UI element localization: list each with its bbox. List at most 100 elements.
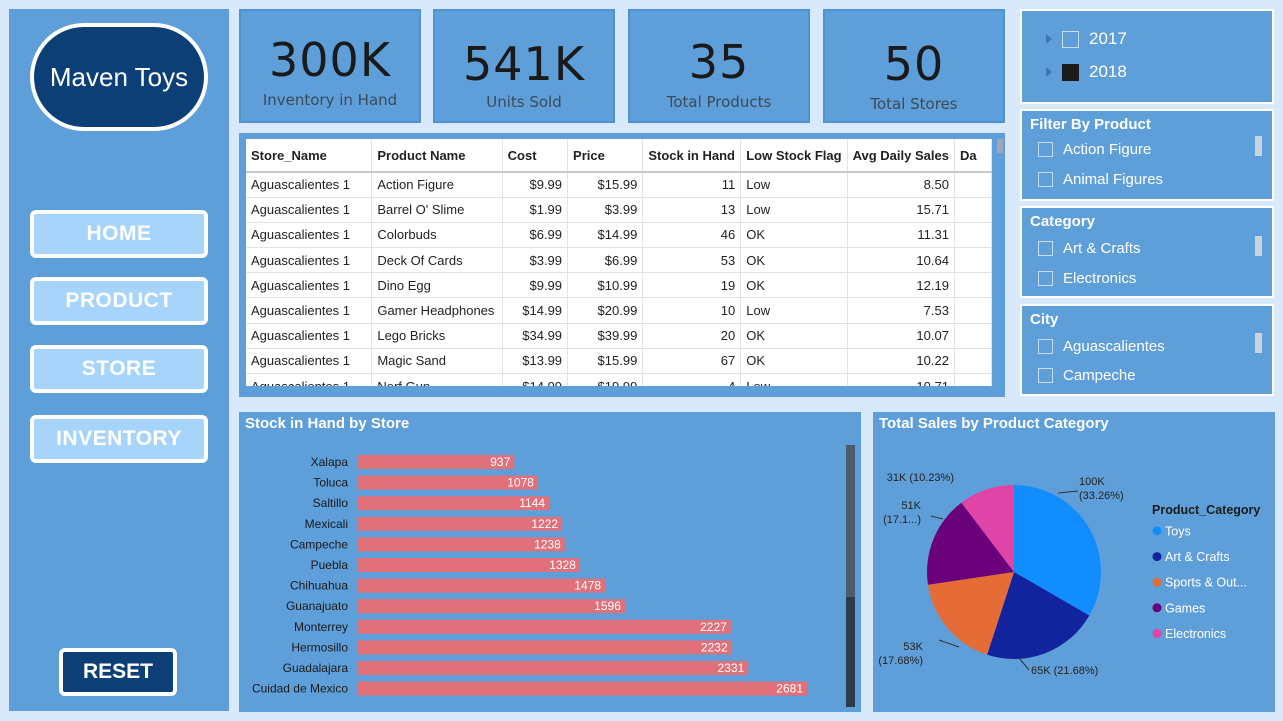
- bar[interactable]: [357, 640, 732, 655]
- bar[interactable]: [357, 619, 731, 634]
- bar-value-label: 1222: [531, 517, 558, 531]
- table-cell: Aguascalientes 1: [246, 323, 373, 349]
- bar-value-label: 1078: [507, 476, 534, 490]
- slicer-scrollbar[interactable]: [1255, 236, 1262, 256]
- kpi-units-sold: 541K Units Sold: [433, 9, 615, 123]
- table-cell: 11: [642, 172, 742, 198]
- slicer-option[interactable]: Animal Figures: [1038, 171, 1163, 188]
- pie-data-label-pct: (33.26%): [1079, 490, 1124, 502]
- table-row[interactable]: Aguascalientes 1 Action Figure $9.99 $15.99…: [246, 172, 992, 198]
- legend-item[interactable]: Sports & Out...: [1165, 576, 1247, 590]
- slicer-option[interactable]: Campeche: [1038, 367, 1136, 384]
- checkbox-checked[interactable]: [1062, 63, 1079, 81]
- column-header-low-stock-flag[interactable]: Low Stock Flag: [740, 139, 848, 173]
- table-cell: Aguascalientes 1: [246, 297, 373, 324]
- store-button[interactable]: STORE: [30, 345, 208, 393]
- pie-chart-svg: 100K (33.26%) 65K (21.68%) 53K (17.68%) 51K (1…: [878, 472, 1260, 677]
- inventory-button[interactable]: INVENTORY: [30, 415, 208, 463]
- legend-item[interactable]: Toys: [1165, 525, 1191, 539]
- table-row[interactable]: Aguascalientes 1 Deck Of Cards $3.99 $6.99 5…: [246, 247, 992, 274]
- table-cell: 19: [642, 272, 742, 299]
- bar-value-label: 2227: [700, 620, 727, 634]
- slicer-option[interactable]: Electronics: [1038, 270, 1136, 287]
- year-option-2018[interactable]: 2018: [1046, 62, 1127, 82]
- kpi-label: Total Stores: [870, 95, 958, 113]
- column-header-stock-in-hand[interactable]: Stock in Hand: [642, 139, 742, 173]
- table-cell: Aguascalientes 1: [246, 373, 373, 386]
- table-row[interactable]: Aguascalientes 1Nerf Gun$14.99$19.994Low…: [246, 373, 992, 386]
- column-header-da[interactable]: Da: [954, 139, 992, 173]
- table-row[interactable]: Aguascalientes 1 Dino Egg $9.99 $10.99 19 OK 1…: [246, 272, 992, 299]
- table-cell: OK: [740, 222, 848, 249]
- table-row[interactable]: Aguascalientes 1 Gamer Headphones $14.99 $2…: [246, 297, 992, 324]
- kpi-total-products: 35 Total Products: [628, 9, 810, 123]
- table-row[interactable]: Aguascalientes 1 Magic Sand $13.99 $15.99 67…: [246, 348, 992, 375]
- slicer-title: Category: [1030, 213, 1096, 230]
- checkbox[interactable]: [1062, 30, 1079, 48]
- table-cell: 13: [642, 197, 742, 223]
- slicer-title: Filter By Product: [1030, 116, 1151, 133]
- bar-value-label: 937: [490, 455, 510, 469]
- legend-marker: [1152, 603, 1162, 613]
- slicer-scrollbar[interactable]: [1255, 333, 1262, 353]
- slicer-option[interactable]: Action Figure: [1038, 141, 1151, 158]
- table-cell: Aguascalientes 1: [246, 348, 373, 375]
- year-option-2017[interactable]: 2017: [1046, 29, 1127, 49]
- table-cell: [954, 323, 992, 349]
- slicer-option[interactable]: Art & Crafts: [1038, 240, 1141, 257]
- table-cell: Aguascalientes 1: [246, 197, 373, 223]
- column-header-price[interactable]: Price: [567, 139, 644, 173]
- table-row[interactable]: Aguascalientes 1 Colorbuds $6.99 $14.99 46 OK…: [246, 222, 992, 249]
- table-cell: Barrel O' Slime: [371, 197, 503, 223]
- expand-chevron-icon[interactable]: [1046, 34, 1052, 44]
- year-label: 2017: [1089, 29, 1127, 48]
- product-button[interactable]: PRODUCT: [30, 277, 208, 325]
- product-slicer: Filter By Product Action Figure Animal F…: [1020, 109, 1274, 201]
- column-header-store-name[interactable]: Store_Name: [246, 139, 373, 173]
- checkbox[interactable]: [1038, 142, 1053, 157]
- bar-value-label: 1478: [574, 579, 601, 593]
- option-label: Animal Figures: [1063, 171, 1164, 188]
- legend-item[interactable]: Art & Crafts: [1165, 550, 1230, 564]
- pie-data-label: 53K: [903, 641, 923, 653]
- table-cell: Nerf Gun: [371, 373, 503, 386]
- table-row[interactable]: Aguascalientes 1 Lego Bricks $34.99 $39.99 2…: [246, 323, 992, 349]
- bar[interactable]: [357, 578, 606, 593]
- bar-category-label: Monterrey: [294, 620, 348, 634]
- bar[interactable]: [357, 558, 580, 572]
- table-cell: 4: [642, 373, 742, 386]
- checkbox[interactable]: [1038, 172, 1053, 187]
- column-header-product-name[interactable]: Product Name: [371, 139, 503, 173]
- expand-chevron-icon[interactable]: [1046, 67, 1052, 77]
- slicer-option[interactable]: Aguascalientes: [1038, 338, 1165, 355]
- checkbox[interactable]: [1038, 339, 1053, 354]
- table-vertical-scrollbar[interactable]: [997, 139, 1003, 153]
- table-cell: $6.99: [567, 247, 644, 274]
- chart-scrollbar-thumb[interactable]: [846, 597, 855, 707]
- bar-category-label: Cuidad de Mexico: [252, 682, 348, 696]
- table-row[interactable]: Aguascalientes 1 Barrel O' Slime $1.99 $3.9…: [246, 197, 992, 223]
- bar-category-label: Xalapa: [311, 455, 349, 469]
- table-cell: Magic Sand: [371, 348, 503, 375]
- checkbox[interactable]: [1038, 241, 1053, 256]
- slicer-scrollbar[interactable]: [1255, 136, 1262, 156]
- table-cell: OK: [740, 247, 848, 274]
- table-cell: [954, 373, 992, 386]
- bar[interactable]: [357, 599, 625, 614]
- bar-category-label: Guanajuato: [286, 599, 348, 613]
- table-cell: $14.99: [502, 373, 569, 386]
- inventory-table[interactable]: Store_Name Product Name Cost Price Stock…: [246, 139, 992, 386]
- bar[interactable]: [357, 661, 749, 675]
- reset-button[interactable]: RESET: [59, 648, 177, 696]
- bar[interactable]: [357, 681, 807, 696]
- checkbox[interactable]: [1038, 271, 1053, 286]
- home-button[interactable]: HOME: [30, 210, 208, 258]
- checkbox[interactable]: [1038, 368, 1053, 383]
- legend-item[interactable]: Games: [1165, 601, 1205, 615]
- column-header-cost[interactable]: Cost: [502, 139, 569, 173]
- kpi-inventory-in-hand: 300K Inventory in Hand: [239, 9, 421, 123]
- table-cell: 67: [642, 348, 742, 375]
- table-cell: 12.19: [847, 272, 955, 299]
- column-header-avg-daily-sales[interactable]: Avg Daily Sales: [847, 139, 955, 173]
- legend-item[interactable]: Electronics: [1165, 627, 1226, 641]
